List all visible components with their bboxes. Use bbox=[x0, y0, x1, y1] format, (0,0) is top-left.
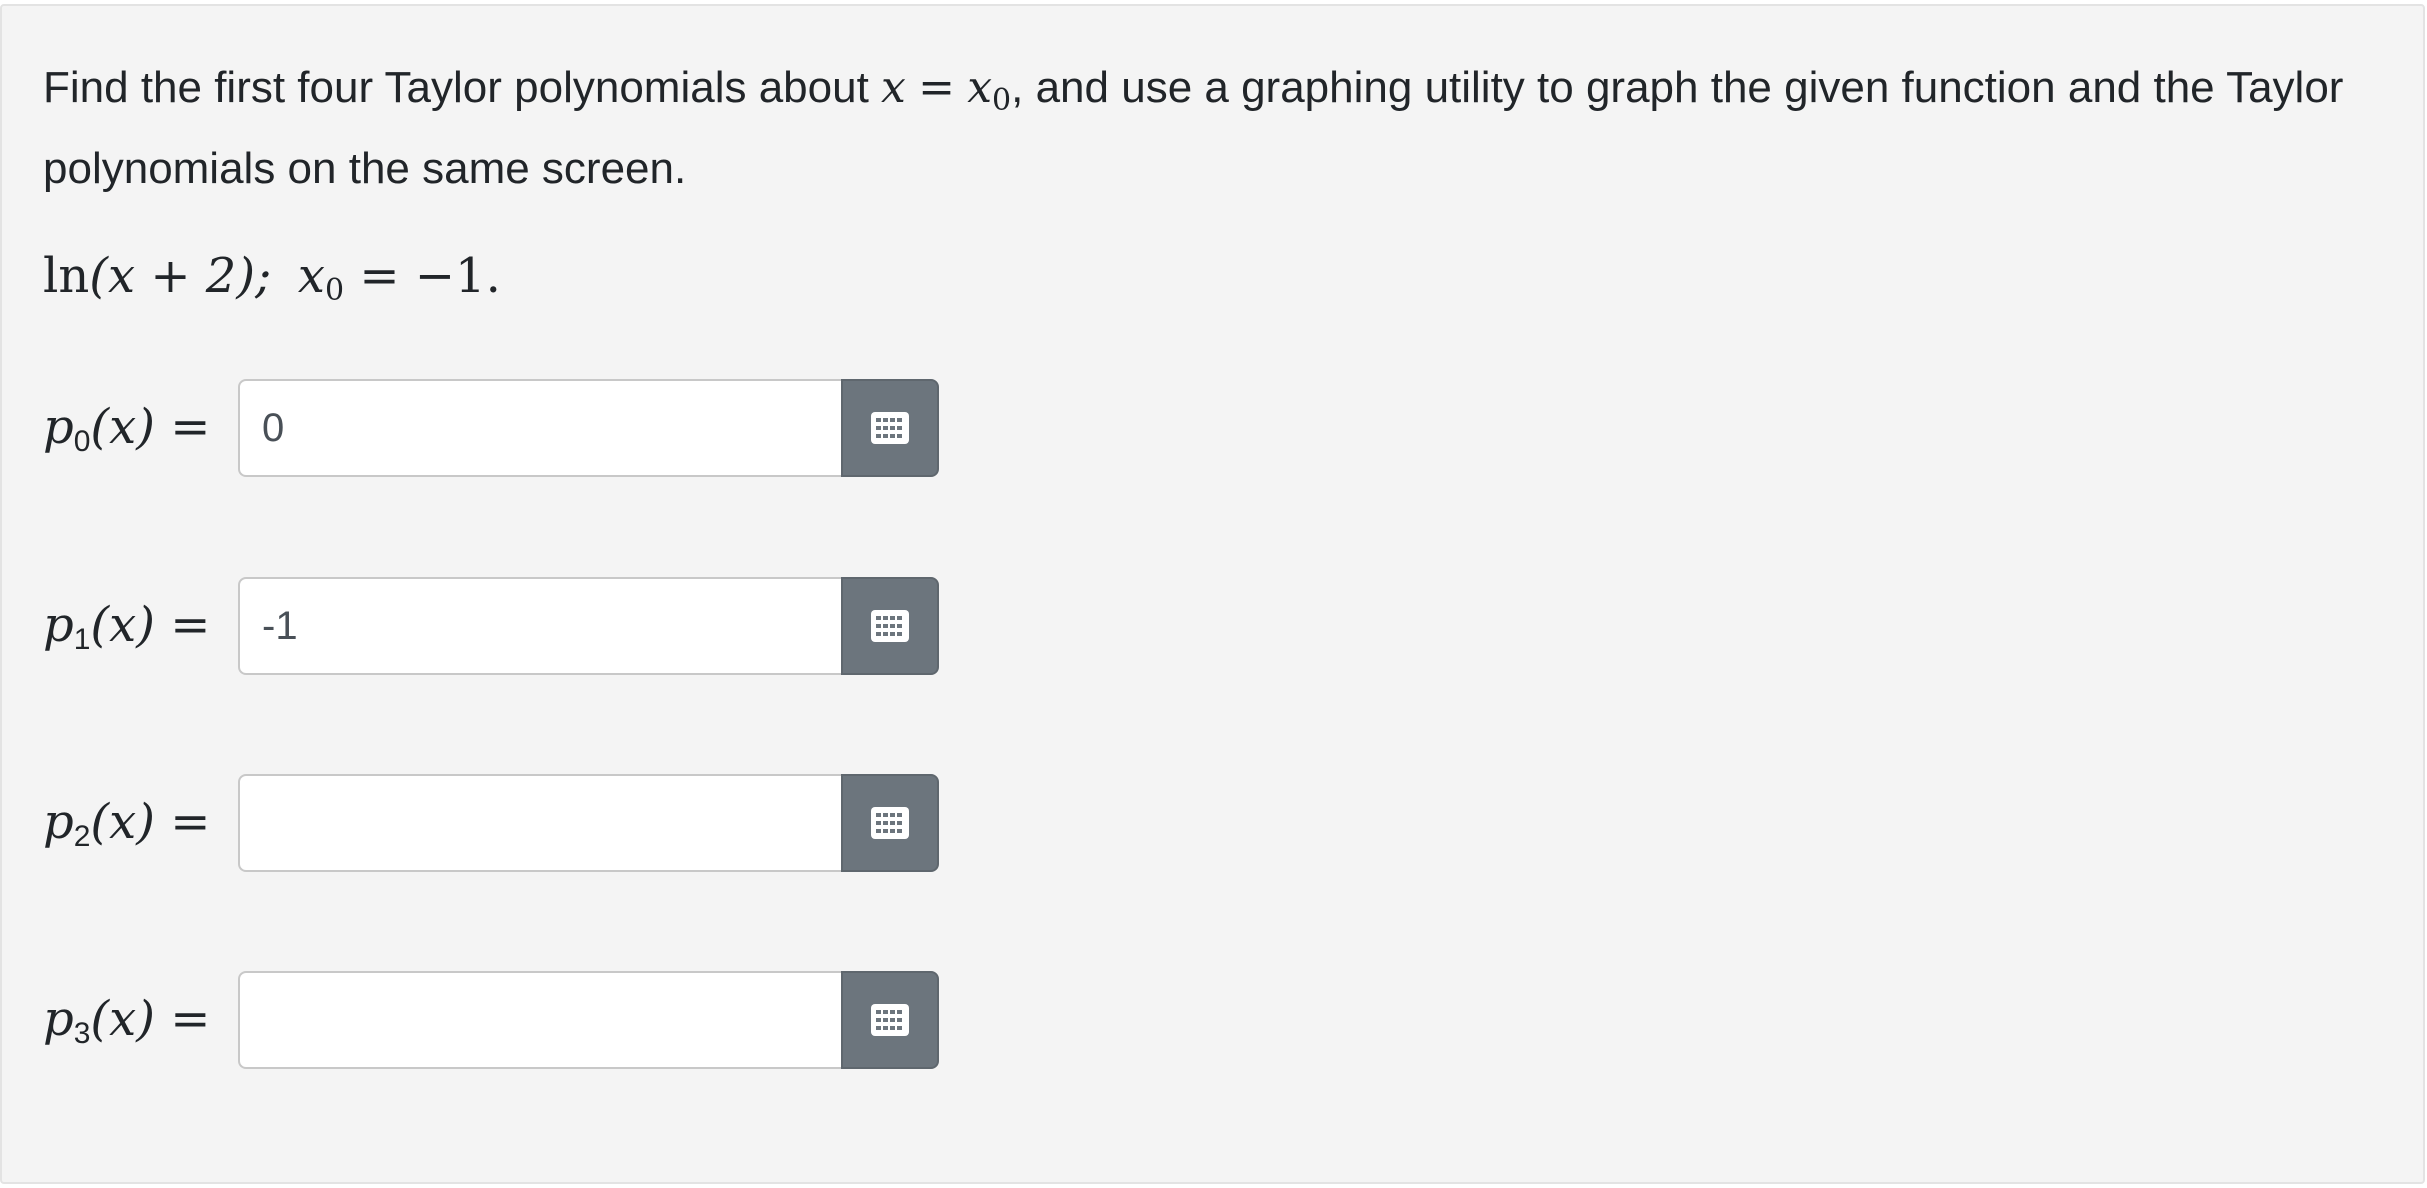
keypad-button-p3[interactable] bbox=[841, 971, 939, 1069]
answer-label-p0: p0(x) = bbox=[43, 399, 211, 458]
expansion-point-var: x0 bbox=[297, 248, 345, 308]
prompt-text-1: Find the first four Taylor polynomials a… bbox=[43, 63, 882, 112]
keypad-button-p2[interactable] bbox=[841, 774, 939, 872]
answer-input-p0[interactable] bbox=[238, 379, 841, 477]
keypad-grid-icon bbox=[871, 1004, 909, 1036]
keypad-grid-icon bbox=[871, 412, 909, 444]
answer-label-p2: p2(x) = bbox=[43, 794, 211, 853]
problem-prompt: Find the first four Taylor polynomials a… bbox=[43, 54, 2373, 203]
keypad-button-p1[interactable] bbox=[841, 577, 939, 675]
math-equals: = bbox=[918, 62, 955, 113]
function-argument: (x + 2); bbox=[89, 248, 272, 304]
answer-row-p3: p3(x) = bbox=[2, 971, 962, 1071]
answer-label-p1: p1(x) = bbox=[43, 597, 211, 656]
keypad-grid-icon bbox=[871, 807, 909, 839]
answer-input-p2[interactable] bbox=[238, 774, 841, 872]
math-var-x: x bbox=[881, 62, 906, 113]
keypad-grid-icon bbox=[871, 610, 909, 642]
given-function: ln(x + 2); x0 = −1. bbox=[43, 242, 501, 325]
expansion-point-value: = −1. bbox=[344, 248, 501, 304]
problem-panel: Find the first four Taylor polynomials a… bbox=[0, 4, 2425, 1184]
answer-row-p2: p2(x) = bbox=[2, 774, 962, 874]
keypad-button-p0[interactable] bbox=[841, 379, 939, 477]
answer-label-p3: p3(x) = bbox=[43, 991, 211, 1050]
answer-input-p1[interactable] bbox=[238, 577, 841, 675]
answer-row-p0: p0(x) = bbox=[2, 379, 962, 479]
math-x0: x0 bbox=[967, 62, 1012, 118]
answer-row-p1: p1(x) = bbox=[2, 577, 962, 677]
answer-input-p3[interactable] bbox=[238, 971, 841, 1069]
function-name: ln bbox=[43, 248, 90, 304]
